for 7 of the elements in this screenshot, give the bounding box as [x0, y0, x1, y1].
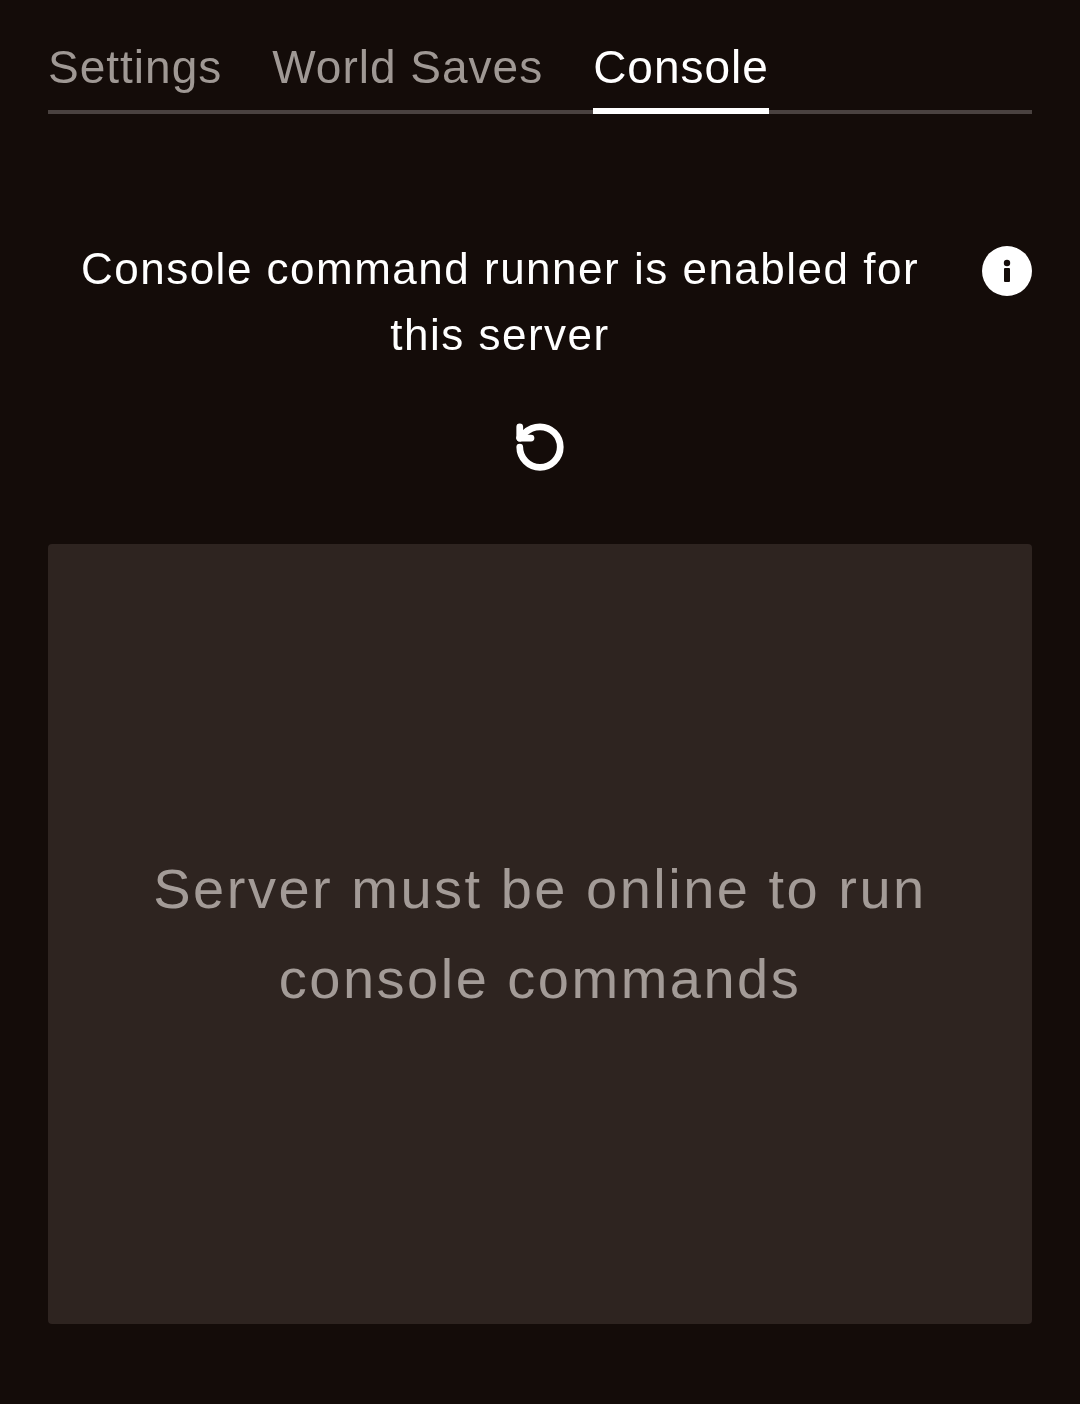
refresh-icon[interactable] — [513, 420, 567, 474]
status-text: Console command runner is enabled for this server — [79, 243, 921, 361]
tab[interactable]: Console — [593, 40, 769, 114]
console-message: Server must be online to run console commands — [152, 856, 928, 1012]
tab[interactable]: World Saves — [272, 40, 544, 114]
tab[interactable]: Settings — [48, 40, 223, 114]
info-icon[interactable] — [982, 246, 1032, 296]
